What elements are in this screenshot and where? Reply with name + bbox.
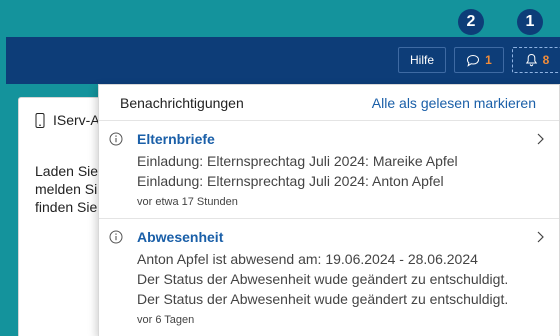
panel-title: IServ-A (35, 112, 100, 128)
messages-count-badge: 1 (485, 53, 492, 67)
chevron-right-icon (537, 231, 544, 243)
notifications-title: Benachrichtigungen (120, 94, 244, 111)
notifications-button[interactable]: 8 (512, 47, 560, 73)
notification-timestamp: vor 6 Tagen (137, 314, 195, 326)
notification-line: Der Status der Abwesenheit wude geändert… (137, 291, 509, 307)
notifications-count-badge: 8 (542, 53, 550, 67)
annotation-marker-2: 2 (458, 9, 484, 35)
notification-line: Einladung: Elternsprechtag Juli 2024: An… (137, 173, 444, 189)
panel-body-text: Laden Sie melden Si finden Sie (35, 163, 99, 215)
notification-line: Der Status der Abwesenheit wude geändert… (137, 271, 509, 287)
notification-item-abwesenheit[interactable]: Abwesenheit Anton Apfel ist abwesend am:… (99, 219, 559, 336)
panel-title-text: IServ-A (53, 112, 100, 128)
notification-title: Elternbriefe (137, 131, 215, 147)
annotation-marker-1: 1 (517, 9, 543, 35)
notification-item-elternbriefe[interactable]: Elternbriefe Einladung: Elternsprechtag … (99, 121, 559, 219)
mark-all-read-link[interactable]: Alle als gelesen markieren (372, 95, 536, 111)
notification-line: Anton Apfel ist abwesend am: 19.06.2024 … (137, 251, 478, 267)
notifications-dropdown: Benachrichtigungen Alle als gelesen mark… (98, 84, 560, 336)
top-navigation-bar: Hilfe 1 8 (6, 37, 560, 84)
info-icon (109, 230, 123, 244)
chat-bubble-icon (467, 54, 480, 67)
notification-timestamp: vor etwa 17 Stunden (137, 196, 238, 208)
notification-line: Einladung: Elternsprechtag Juli 2024: Ma… (137, 153, 458, 169)
messages-button[interactable]: 1 (454, 47, 504, 73)
help-button-label: Hilfe (409, 53, 434, 67)
info-icon (109, 132, 123, 146)
notification-title: Abwesenheit (137, 229, 224, 245)
notifications-header: Benachrichtigungen Alle als gelesen mark… (99, 85, 559, 121)
mobile-phone-icon (35, 112, 45, 128)
help-button[interactable]: Hilfe (398, 47, 446, 73)
chevron-right-icon (537, 133, 544, 145)
bell-icon (525, 53, 537, 67)
